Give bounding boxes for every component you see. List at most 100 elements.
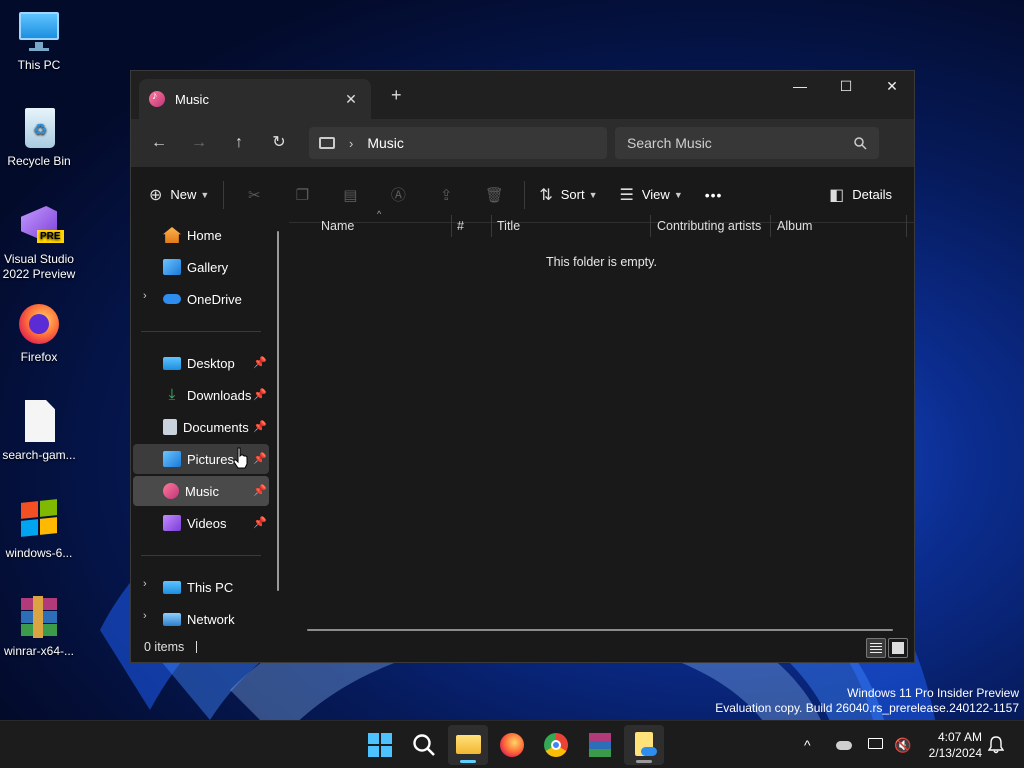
paste-icon[interactable]: ▤ bbox=[326, 186, 374, 204]
gallery-icon bbox=[163, 259, 181, 275]
sidebar-item-onedrive[interactable]: › OneDrive bbox=[133, 284, 269, 314]
taskbar-firefox[interactable] bbox=[492, 725, 532, 765]
desktop-icon-label: windows-6... bbox=[5, 546, 73, 560]
details-button[interactable]: ◧ Details bbox=[821, 177, 900, 213]
sidebar-item-gallery[interactable]: Gallery bbox=[133, 252, 269, 282]
sidebar-divider bbox=[141, 555, 261, 556]
column-divider[interactable] bbox=[451, 215, 452, 237]
computer-icon bbox=[319, 137, 335, 149]
chevron-right-icon[interactable]: › bbox=[143, 610, 147, 622]
share-icon[interactable]: ⇪ bbox=[422, 186, 470, 204]
column-divider[interactable] bbox=[491, 215, 492, 237]
pin-icon[interactable]: 📌 bbox=[253, 516, 267, 529]
close-button[interactable]: ✕ bbox=[869, 71, 914, 103]
watermark-line-1: Windows 11 Pro Insider Preview bbox=[847, 686, 1019, 700]
taskbar-chrome[interactable] bbox=[536, 725, 576, 765]
winrar-icon bbox=[17, 596, 61, 640]
desktop-folder-icon bbox=[163, 356, 181, 370]
file-explorer-window: Music ✕ + — ☐ ✕ ← → ↑ ↻ › Music Search M… bbox=[130, 70, 915, 663]
this-pc-icon bbox=[163, 580, 181, 594]
clock-time: 4:07 AM bbox=[937, 730, 982, 744]
column-album[interactable]: Album bbox=[777, 219, 812, 233]
sidebar-item-desktop[interactable]: Desktop 📌 bbox=[133, 348, 269, 378]
sidebar-item-label: Desktop bbox=[187, 355, 235, 371]
sidebar-item-downloads[interactable]: ⤓ Downloads 📌 bbox=[133, 380, 269, 410]
file-list: ^ Name # Title Contributing artists Albu… bbox=[289, 209, 914, 633]
desktop-icon-windows[interactable]: windows-6... bbox=[0, 498, 78, 561]
column-divider[interactable] bbox=[650, 215, 651, 237]
pin-icon[interactable]: 📌 bbox=[253, 356, 267, 369]
pin-icon[interactable]: 📌 bbox=[253, 452, 267, 465]
toolbar-divider bbox=[524, 180, 526, 209]
desktop-icon-firefox[interactable]: Firefox bbox=[0, 302, 78, 365]
desktop-icon-visual-studio[interactable]: PRE Visual Studio 2022 Preview bbox=[0, 204, 78, 282]
more-options-button[interactable]: ••• bbox=[697, 177, 731, 213]
add-circle-icon: ⊕ bbox=[149, 186, 163, 204]
desktop-icon-winrar[interactable]: winrar-x64-... bbox=[0, 596, 78, 659]
sidebar-item-label: Network bbox=[187, 611, 235, 627]
desktop-icon-this-pc[interactable]: This PC bbox=[0, 10, 78, 73]
details-pane-icon: ◧ bbox=[829, 186, 845, 204]
pin-icon[interactable]: 📌 bbox=[253, 388, 267, 401]
details-view-icon[interactable] bbox=[866, 638, 886, 658]
new-label: New bbox=[170, 187, 197, 202]
taskbar-file-explorer[interactable] bbox=[448, 725, 488, 765]
pictures-icon bbox=[163, 451, 181, 467]
pre-badge: PRE bbox=[37, 230, 64, 243]
desktop-icon-search-game[interactable]: search-gam... bbox=[0, 400, 78, 463]
sidebar-item-label: Music bbox=[185, 483, 219, 499]
refresh-button[interactable]: ↻ bbox=[259, 127, 299, 159]
tab-music[interactable]: Music ✕ bbox=[139, 79, 371, 119]
taskbar-file-explorer-onedrive[interactable] bbox=[624, 725, 664, 765]
system-clock[interactable]: 4:07 AM 2/13/2024 bbox=[929, 729, 982, 761]
horizontal-scrollbar[interactable] bbox=[307, 629, 893, 631]
sidebar-item-label: OneDrive bbox=[187, 291, 242, 307]
copy-icon[interactable]: ❐ bbox=[278, 186, 326, 204]
chevron-right-icon[interactable]: › bbox=[143, 578, 147, 590]
sidebar-item-network[interactable]: › Network bbox=[133, 604, 269, 634]
tab-close-button[interactable]: ✕ bbox=[341, 91, 361, 108]
large-icons-view-icon[interactable] bbox=[888, 638, 908, 658]
sidebar-item-videos[interactable]: Videos 📌 bbox=[133, 508, 269, 538]
sidebar-scrollbar[interactable] bbox=[277, 231, 279, 591]
monitor-icon bbox=[17, 10, 61, 54]
chevron-down-icon: ▼ bbox=[200, 189, 210, 200]
search-input[interactable]: Search Music bbox=[615, 127, 879, 159]
sidebar-item-home[interactable]: Home bbox=[133, 220, 269, 250]
start-button[interactable] bbox=[360, 725, 400, 765]
firefox-icon bbox=[17, 302, 61, 346]
text-caret bbox=[196, 641, 198, 653]
forward-button[interactable]: → bbox=[179, 127, 219, 159]
column-title[interactable]: Title bbox=[497, 219, 520, 233]
sidebar-item-music[interactable]: Music 📌 bbox=[133, 476, 269, 506]
new-tab-button[interactable]: + bbox=[391, 85, 402, 106]
column-name[interactable]: Name bbox=[321, 219, 354, 233]
delete-icon[interactable]: 🗑 bbox=[470, 186, 518, 204]
chevron-right-icon[interactable]: › bbox=[143, 290, 147, 302]
new-button[interactable]: ⊕ New ▼ bbox=[141, 177, 217, 213]
rename-icon[interactable]: Ⓐ bbox=[374, 184, 422, 205]
sidebar-item-this-pc[interactable]: › This PC bbox=[133, 572, 269, 602]
breadcrumb-music[interactable]: Music bbox=[367, 135, 404, 151]
minimize-button[interactable]: — bbox=[777, 71, 823, 103]
search-button[interactable] bbox=[404, 725, 444, 765]
desktop-icon-recycle-bin[interactable]: ♻ Recycle Bin bbox=[0, 106, 78, 169]
view-button[interactable]: ☰ View ▼ bbox=[612, 177, 691, 213]
show-hidden-icons-chevron-up-icon[interactable]: ^ bbox=[804, 721, 822, 768]
sort-button[interactable]: ⇅ Sort ▼ bbox=[531, 177, 605, 213]
column-divider[interactable] bbox=[906, 215, 907, 237]
cut-icon[interactable]: ✂ bbox=[230, 186, 278, 204]
column-divider[interactable] bbox=[770, 215, 771, 237]
pin-icon[interactable]: 📌 bbox=[253, 420, 267, 433]
maximize-button[interactable]: ☐ bbox=[823, 71, 869, 103]
winrar-icon bbox=[589, 733, 611, 757]
up-button[interactable]: ↑ bbox=[219, 127, 259, 159]
back-button[interactable]: ← bbox=[139, 127, 179, 159]
taskbar-winrar[interactable] bbox=[580, 725, 620, 765]
address-bar[interactable]: › Music bbox=[309, 127, 607, 159]
toolbar-divider bbox=[223, 180, 225, 209]
column-number[interactable]: # bbox=[457, 219, 464, 233]
column-contributing-artists[interactable]: Contributing artists bbox=[657, 219, 761, 233]
pin-icon[interactable]: 📌 bbox=[253, 484, 267, 497]
sidebar-item-documents[interactable]: Documents 📌 bbox=[133, 412, 269, 442]
